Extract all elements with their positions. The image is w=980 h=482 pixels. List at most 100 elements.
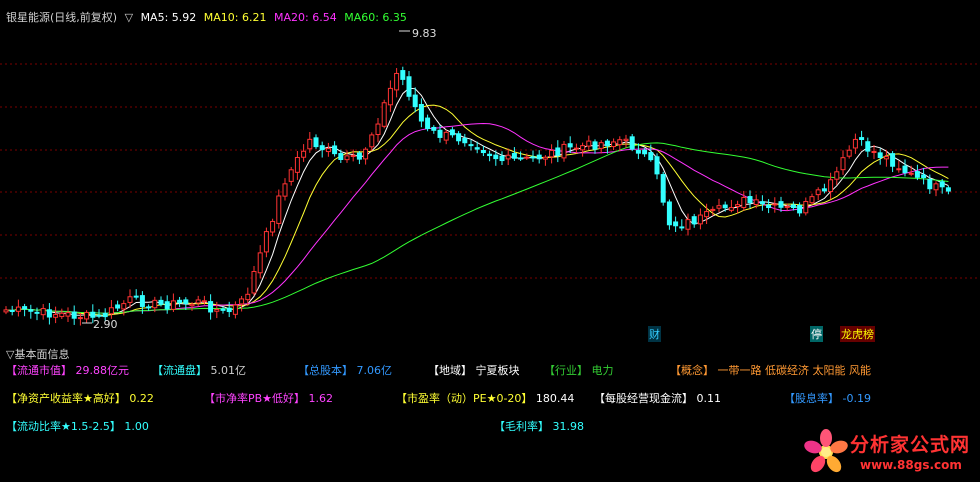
candle-body (28, 309, 34, 312)
candle-body (710, 208, 716, 211)
candle-body (301, 150, 307, 158)
low-price-marker: 2.90 (82, 318, 118, 331)
candle-body (375, 123, 381, 136)
candle-body (666, 201, 672, 226)
candle-body (418, 104, 424, 122)
candle-body (524, 156, 530, 159)
ma5-label: MA5: 5.92 (140, 11, 197, 24)
fundamental-label: 【市盈率（动）PE★0-20】 (396, 392, 533, 405)
candle-body (716, 205, 722, 209)
fundamental-label: 【每股经营现金流】 (594, 392, 693, 405)
candle-body (747, 196, 753, 204)
watermark-name: 分析家公式网 (850, 434, 971, 456)
svg-text:2.90: 2.90 (93, 318, 118, 331)
candle-body (170, 300, 176, 310)
candle-body (59, 312, 65, 318)
candle-body (232, 304, 238, 315)
candle-body (53, 314, 59, 318)
fundamental-item: 【流通盘】 5.01亿 (152, 362, 246, 378)
fundamental-value: 31.98 (549, 420, 584, 433)
candle-body (772, 203, 778, 206)
event-tag-financial[interactable]: 财 (648, 326, 661, 342)
candle-body (679, 226, 685, 229)
candle-body (363, 148, 369, 160)
candle-body (536, 154, 542, 160)
candle-body (611, 141, 617, 148)
fundamental-value: 29.88亿元 (72, 364, 129, 377)
fundamental-label: 【流动比率★1.5-2.5】 (6, 420, 121, 433)
fundamental-item: 【总股本】 7.06亿 (298, 362, 392, 378)
candle-body (257, 252, 263, 274)
candle-body (580, 145, 586, 151)
candle-body (654, 156, 660, 175)
candle-body (84, 311, 90, 320)
fundamental-item: 【市盈率（动）PE★0-20】 180.44 (396, 390, 574, 406)
event-tag-suspension[interactable]: 停 (810, 326, 823, 342)
candle-body (400, 70, 406, 80)
candle-body (121, 303, 127, 310)
candle-body (226, 307, 232, 313)
candle-body (77, 317, 83, 320)
candle-body (456, 133, 462, 142)
candle-body (567, 143, 573, 148)
candle-body (555, 147, 561, 156)
candle-body (462, 137, 468, 144)
candle-body (282, 183, 288, 197)
candle-body (592, 141, 598, 150)
candle-body (642, 149, 648, 155)
candle-body (803, 201, 809, 214)
candle-body (604, 140, 610, 147)
candle-body (381, 102, 387, 127)
fundamentals-title[interactable]: ▽基本面信息 (6, 346, 69, 362)
candle-body (877, 152, 883, 158)
candle-body (325, 148, 331, 153)
candle-body (15, 306, 21, 312)
chevron-down-icon[interactable]: ▽ (125, 11, 133, 24)
candle-body (933, 183, 939, 191)
kline-chart[interactable]: 9.83 2.90 (0, 0, 980, 340)
candle-body (394, 72, 400, 91)
candle-body (815, 189, 821, 196)
candle-body (487, 153, 493, 157)
candle-body (133, 295, 139, 298)
candle-body (759, 201, 765, 205)
candle-body (307, 138, 313, 150)
candle-body (115, 304, 121, 309)
candle-body (809, 196, 815, 204)
flower-logo-icon (804, 429, 848, 473)
candle-body (704, 211, 710, 218)
candle-body (183, 299, 189, 305)
candle-body (251, 271, 257, 294)
fundamental-item: 【每股经营现金流】 0.11 (594, 390, 721, 406)
candle-body (821, 188, 827, 192)
candle-body (673, 221, 679, 227)
candle-body (177, 299, 183, 304)
candle-body (945, 187, 951, 192)
candle-body (412, 94, 418, 108)
candle-body (139, 295, 145, 307)
event-tag-dragon-tiger[interactable]: 龙虎榜 (840, 326, 875, 342)
fundamental-value: 7.06亿 (353, 364, 392, 377)
fundamental-value: 180.44 (532, 392, 575, 405)
candle-body (443, 131, 449, 141)
stock-title[interactable]: 银星能源(日线,前复权) (6, 11, 117, 24)
candle-body (65, 312, 71, 317)
candle-body (189, 303, 195, 307)
fundamental-item: 【净资产收益率★高好】 0.22 (6, 390, 154, 406)
candle-body (431, 126, 437, 131)
candle-body (425, 117, 431, 130)
candle-body (276, 195, 282, 224)
candle-body (623, 138, 629, 142)
candle-body (648, 152, 654, 161)
candle-body (369, 134, 375, 148)
candle-body (3, 309, 9, 313)
fundamental-value: 一带一路 低碳经济 太阳能 风能 (714, 364, 871, 377)
fundamental-label: 【地域】 (428, 364, 472, 377)
fundamental-label: 【流通市值】 (6, 364, 72, 377)
candle-body (294, 157, 300, 173)
candle-body (828, 179, 834, 193)
candle-body (505, 154, 511, 160)
candle-body (846, 149, 852, 157)
fundamental-item: 【流动比率★1.5-2.5】 1.00 (6, 418, 149, 434)
fundamental-value: 0.11 (693, 392, 721, 405)
